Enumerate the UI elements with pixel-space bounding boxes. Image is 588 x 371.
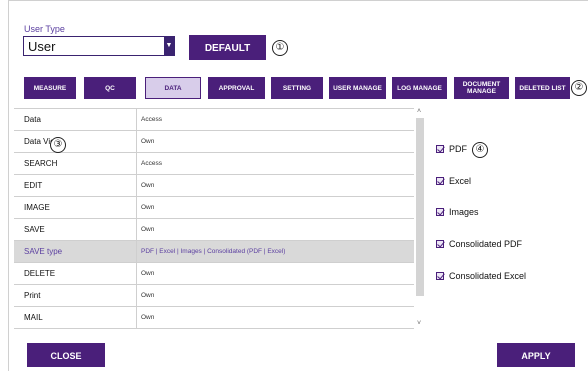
checkbox-checked-icon[interactable] xyxy=(436,145,444,153)
table-row[interactable]: DELETE Own xyxy=(14,263,414,285)
user-type-label: User Type xyxy=(24,24,65,34)
checkbox-consolidated-pdf[interactable]: Consolidated PDF xyxy=(436,239,522,249)
row-name: DELETE xyxy=(24,269,56,278)
row-name: Print xyxy=(24,291,41,300)
column-divider xyxy=(136,131,137,153)
row-value: Own xyxy=(141,292,155,299)
row-value: Access xyxy=(141,116,162,123)
tab-qc[interactable]: QC xyxy=(84,77,136,99)
checkbox-label: Images xyxy=(449,207,479,217)
checkbox-label: PDF xyxy=(449,144,467,154)
table-row[interactable]: Print Own xyxy=(14,285,414,307)
table-row[interactable]: MAIL Own xyxy=(14,307,414,329)
column-divider xyxy=(136,307,137,329)
tab-approval[interactable]: APPROVAL xyxy=(208,77,265,99)
checkbox-checked-icon[interactable] xyxy=(436,177,444,185)
row-value: Own xyxy=(141,270,155,277)
checkbox-label: Consolidated Excel xyxy=(449,271,527,281)
row-value: Access xyxy=(141,160,162,167)
row-name: SEARCH xyxy=(24,159,58,168)
checkbox-checked-icon[interactable] xyxy=(436,272,444,280)
row-value: Own xyxy=(141,204,155,211)
table-row[interactable]: IMAGE Own xyxy=(14,197,414,219)
tab-setting[interactable]: SETTING xyxy=(271,77,323,99)
callout-1: ① xyxy=(272,40,288,56)
column-divider xyxy=(136,219,137,241)
user-type-value: User xyxy=(28,39,56,54)
row-name: EDIT xyxy=(24,181,43,190)
row-name: SAVE type xyxy=(24,247,63,256)
checkbox-label: Excel xyxy=(449,176,472,186)
column-divider xyxy=(136,241,137,263)
apply-button[interactable]: APPLY xyxy=(497,343,575,367)
column-divider xyxy=(136,285,137,307)
chevron-down-icon[interactable]: ▼ xyxy=(164,37,174,55)
tab-user-manage[interactable]: USER MANAGE xyxy=(329,77,386,99)
table-row-selected[interactable]: SAVE type PDF | Excel | Images | Consoli… xyxy=(14,241,414,263)
column-divider xyxy=(136,197,137,219)
row-value: Own xyxy=(141,138,155,145)
table-row[interactable]: Data View Own xyxy=(14,131,414,153)
row-name: Data xyxy=(24,115,41,124)
row-value: Own xyxy=(141,182,155,189)
callout-2: ② xyxy=(571,80,587,96)
tab-log-manage[interactable]: LOG MANAGE xyxy=(392,77,447,99)
checkbox-pdf[interactable]: PDF xyxy=(436,144,467,154)
table-row[interactable]: SEARCH Access xyxy=(14,153,414,175)
checkbox-images[interactable]: Images xyxy=(436,207,479,217)
checkbox-excel[interactable]: Excel xyxy=(436,176,471,186)
table-row[interactable]: EDIT Own xyxy=(14,175,414,197)
callout-4: ④ xyxy=(472,142,488,158)
default-button[interactable]: DEFAULT xyxy=(189,35,266,60)
row-value: PDF | Excel | Images | Consolidated (PDF… xyxy=(141,248,286,255)
table-scrollbar[interactable]: ˄ ˅ xyxy=(415,108,426,333)
chevron-up-icon[interactable]: ˄ xyxy=(417,108,421,115)
callout-3: ③ xyxy=(50,137,66,153)
tab-data[interactable]: DATA xyxy=(145,77,201,99)
column-divider xyxy=(136,109,137,131)
chevron-down-icon[interactable]: ˅ xyxy=(417,320,421,327)
column-divider xyxy=(136,263,137,285)
tab-measure[interactable]: MEASURE xyxy=(24,77,76,99)
close-button[interactable]: CLOSE xyxy=(27,343,105,367)
scrollbar-thumb[interactable] xyxy=(416,118,424,296)
row-name: IMAGE xyxy=(24,203,50,212)
row-name: SAVE xyxy=(24,225,45,234)
tab-document-manage[interactable]: DOCUMENT MANAGE xyxy=(454,77,509,99)
column-divider xyxy=(136,175,137,197)
table-row[interactable]: Data Access xyxy=(14,109,414,131)
user-type-select[interactable]: User ▼ xyxy=(23,36,175,56)
column-divider xyxy=(136,153,137,175)
row-value: Own xyxy=(141,314,155,321)
row-value: Own xyxy=(141,226,155,233)
tab-deleted-list[interactable]: DELETED LIST xyxy=(515,77,570,99)
permissions-table: Data Access Data View Own SEARCH Access … xyxy=(14,108,414,336)
checkbox-checked-icon[interactable] xyxy=(436,240,444,248)
checkbox-checked-icon[interactable] xyxy=(436,208,444,216)
checkbox-label: Consolidated PDF xyxy=(449,239,523,249)
row-name: MAIL xyxy=(24,313,43,322)
table-row[interactable]: SAVE Own xyxy=(14,219,414,241)
checkbox-consolidated-excel[interactable]: Consolidated Excel xyxy=(436,271,526,281)
